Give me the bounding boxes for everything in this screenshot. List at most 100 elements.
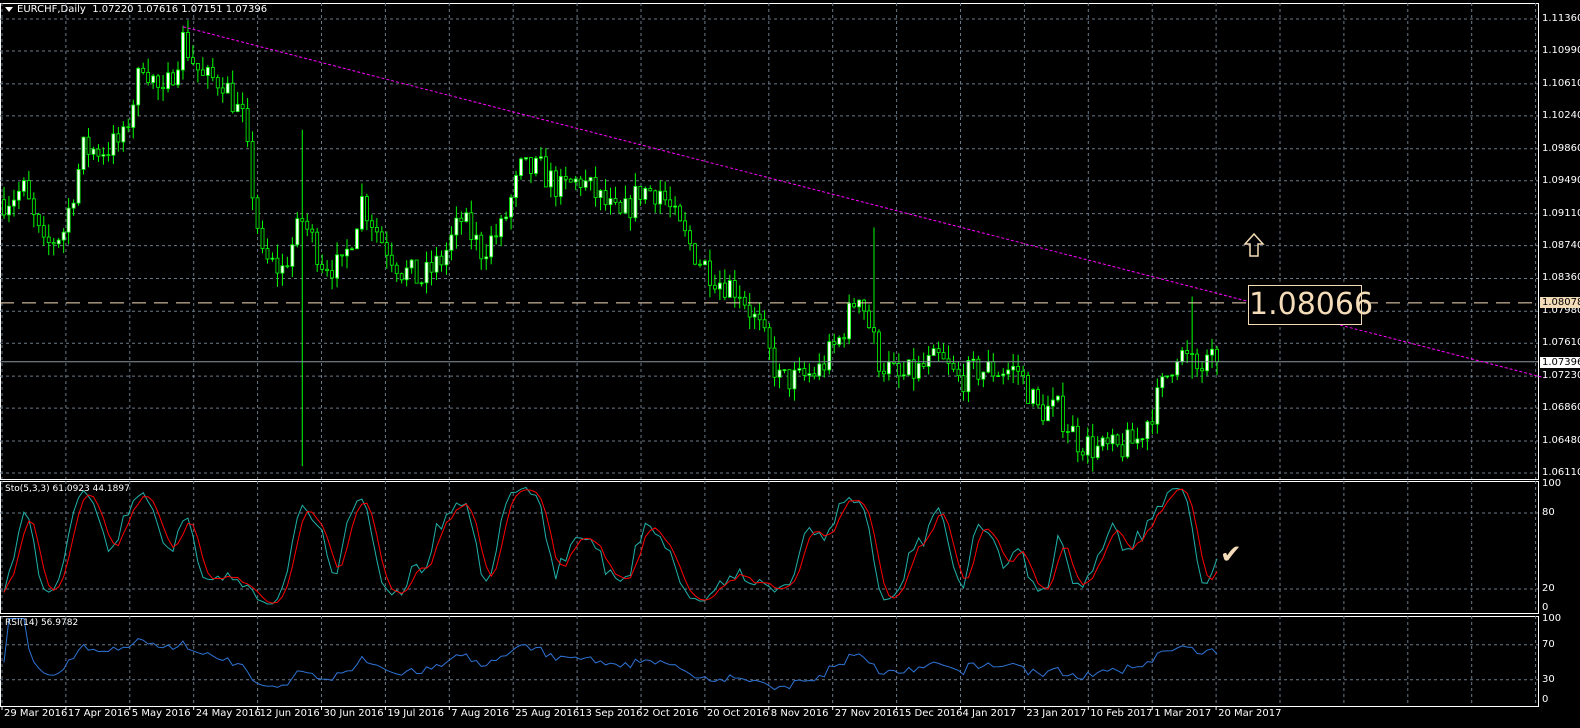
candle-body [1141, 439, 1144, 440]
candle-body [400, 274, 403, 280]
candle-body [922, 363, 925, 366]
candle-body [316, 232, 319, 264]
candle-body [261, 228, 264, 248]
date-axis-label: 7 Aug 2016 [451, 708, 509, 719]
candle-body [271, 258, 274, 259]
candle-body [902, 375, 905, 376]
candle-body [485, 257, 488, 259]
candle-body [1106, 438, 1109, 444]
candle-body [639, 186, 642, 199]
candle-body [947, 359, 950, 364]
candle-body [365, 197, 368, 221]
candle-body [370, 221, 373, 228]
candle-body [773, 348, 776, 377]
candle-body [698, 264, 701, 265]
rsi-line [4, 619, 1217, 690]
candle-body [1136, 439, 1139, 443]
candle-body [206, 67, 209, 75]
date-axis-label: 29 Mar 2016 [4, 708, 67, 719]
candle-body [997, 376, 1000, 377]
candle-body [211, 67, 214, 77]
price-axis-label: 1.09860 [1542, 143, 1580, 154]
candle-body [743, 297, 746, 305]
symbol-label: EURCHF,Daily [17, 4, 86, 15]
candle-body [122, 127, 125, 142]
stochastic-axis-label: 80 [1542, 507, 1555, 518]
candle-body [1007, 370, 1010, 374]
candle-body [87, 137, 90, 154]
candle-body [62, 232, 65, 240]
pane-border-1 [1, 482, 1539, 614]
candle-body [82, 137, 85, 169]
candle-body [853, 303, 856, 306]
candle-body [27, 181, 30, 199]
candle-body [808, 374, 811, 376]
candle-body [614, 199, 617, 203]
candle-body [236, 104, 239, 111]
price-annotation-label[interactable]: 1.08066 [1248, 285, 1362, 325]
candle-body [460, 218, 463, 221]
dropdown-triangle-icon[interactable] [5, 7, 13, 12]
price-axis-label: 1.09490 [1542, 175, 1580, 186]
up-arrow-icon[interactable] [1243, 232, 1265, 262]
candle-body [534, 158, 537, 173]
candle-body [758, 314, 761, 320]
candle-body [311, 229, 314, 232]
candle-body [843, 338, 846, 339]
candle-body [1022, 371, 1025, 375]
candle-body [286, 266, 289, 267]
candle-body [435, 256, 438, 272]
date-axis-label: 12 Jun 2016 [260, 708, 320, 719]
candle-body [738, 297, 741, 298]
candle-body [1166, 376, 1169, 377]
candle-body [291, 245, 294, 267]
candle-body [395, 265, 398, 273]
candle-body [1071, 426, 1074, 431]
candle-body [281, 266, 284, 273]
date-axis-label: 10 Feb 2017 [1090, 708, 1152, 719]
candle-body [783, 370, 786, 371]
candle-body [932, 349, 935, 356]
candle-body [420, 283, 423, 284]
candle-body [510, 197, 513, 217]
date-axis-label: 27 Nov 2016 [835, 708, 899, 719]
candle-body [520, 159, 523, 176]
candle-body [927, 355, 930, 366]
date-axis-label: 4 Jan 2017 [963, 708, 1017, 719]
candle-body [962, 376, 965, 392]
candle-body [823, 364, 826, 370]
candle-body [1121, 445, 1124, 457]
candle-body [574, 179, 577, 182]
chart-canvas[interactable] [0, 0, 1580, 728]
price-axis-label: 1.08740 [1542, 240, 1580, 251]
candle-body [515, 176, 518, 198]
candle-body [679, 206, 682, 221]
trendline [183, 27, 1545, 378]
candle-body [828, 342, 831, 370]
price-axis-label: 1.06480 [1542, 435, 1580, 446]
candle-body [798, 369, 801, 371]
candle-body [559, 176, 562, 196]
candle-body [793, 370, 796, 389]
candle-body [7, 206, 10, 215]
candle-body [355, 229, 358, 249]
candle-body [127, 127, 130, 128]
candle-body [216, 78, 219, 88]
candle-body [1096, 446, 1099, 458]
checkmark-icon[interactable]: ✔ [1220, 540, 1242, 570]
candle-body [708, 261, 711, 285]
price-axis-label: 1.06110 [1542, 467, 1580, 478]
candle-body [748, 305, 751, 317]
stochastic-label: Sto(5,3,3) 61.0923 44.1897 [5, 484, 130, 494]
current-price-tag: 1.07396 [1540, 357, 1580, 368]
candle-body [912, 360, 915, 378]
stochastic-axis-label: 0 [1542, 602, 1548, 613]
candle-body [1081, 452, 1084, 455]
candle-body [425, 262, 428, 282]
candle-body [107, 155, 110, 156]
candle-body [1176, 362, 1179, 375]
candle-body [897, 364, 900, 376]
candle-body [863, 300, 866, 311]
price-axis-label: 1.10240 [1542, 110, 1580, 121]
candle-body [22, 181, 25, 192]
